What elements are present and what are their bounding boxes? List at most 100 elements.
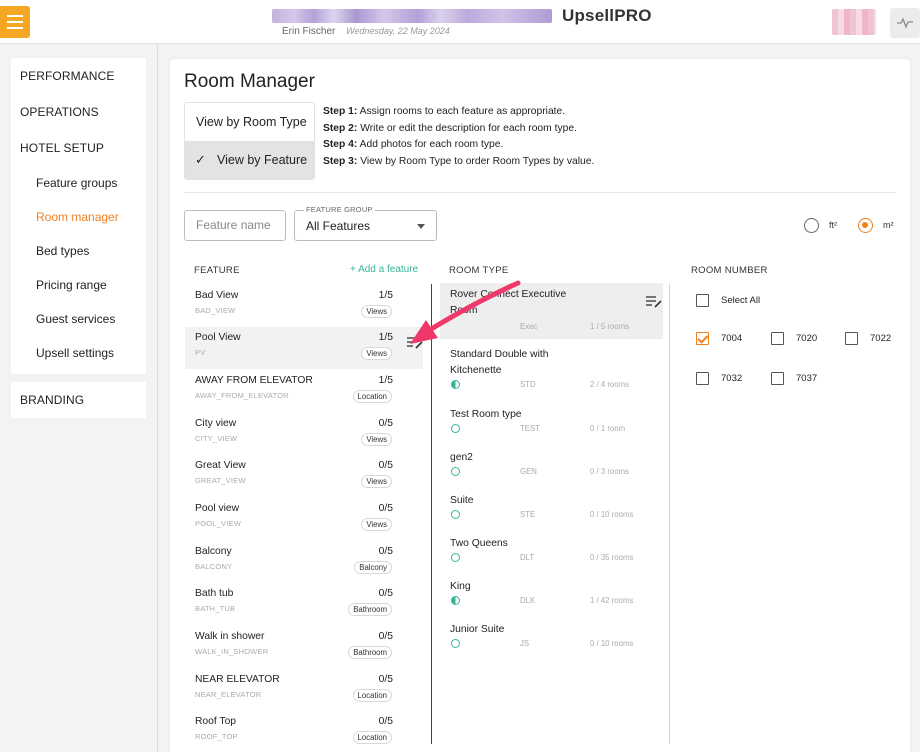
room-type-row[interactable]: gen2 GEN 0 / 3 rooms [440, 446, 663, 486]
room-checkbox[interactable] [771, 372, 784, 385]
room-checkbox[interactable] [771, 332, 784, 345]
feature-code: GREAT_VIEW [195, 476, 246, 485]
occupancy-pie-icon [451, 596, 460, 605]
room-type-row[interactable]: Suite STE 0 / 10 rooms [440, 489, 663, 529]
feature-group-tag: Location [352, 689, 392, 702]
room-type-room-count: 0 / 10 rooms [590, 510, 634, 519]
feature-group-tag: Location [352, 390, 392, 403]
sidebar-item-guest-services[interactable]: Guest services [11, 302, 146, 336]
view-by-feature-label: View by Feature [217, 153, 308, 167]
sidebar-item-feature-groups[interactable]: Feature groups [11, 166, 146, 200]
step-line: Step 4: Add photos for each room type. [323, 137, 594, 154]
step-label: Step 4: [323, 139, 358, 150]
app-name: UpsellPRO [562, 6, 652, 25]
feature-name: Balcony [195, 546, 232, 557]
feature-code: BATH_TUB [195, 604, 236, 613]
room-type-row[interactable]: Test Room type TEST 0 / 1 room [440, 403, 663, 443]
feature-name: NEAR ELEVATOR [195, 674, 280, 685]
step-line: Step 3: View by Room Type to order Room … [323, 154, 594, 171]
unit-ft-radio[interactable] [804, 218, 819, 233]
feature-room-count: 0/5 [378, 503, 393, 514]
select-all-label: Select All [721, 295, 761, 306]
feature-row[interactable]: Balcony BALCONY 0/5 Balcony [185, 541, 423, 583]
instructions: Step 1: Assign rooms to each feature as … [323, 104, 594, 170]
feature-row[interactable]: Pool view POOL_VIEW 0/5 Views [185, 498, 423, 540]
sidebar-item-branding[interactable]: BRANDING [11, 382, 146, 418]
room-number-label: 7004 [721, 333, 743, 344]
step-text: Assign rooms to each feature as appropri… [357, 106, 566, 117]
occupancy-pie-icon [451, 467, 460, 476]
view-by-feature-option[interactable]: ✓ View by Feature [185, 141, 314, 179]
view-toggle: View by Room Type ✓ View by Feature [184, 102, 315, 180]
feature-row[interactable]: Pool View PV 1/5 Views [185, 327, 423, 369]
room-type-room-count: 0 / 35 rooms [590, 553, 634, 562]
feature-row[interactable]: Roof Top ROOF_TOP 0/5 Location [185, 711, 423, 752]
feature-row[interactable]: AWAY FROM ELEVATOR AWAY_FROM_ELEVATOR 1/5 L… [185, 370, 423, 412]
sidebar-item-pricing-range[interactable]: Pricing range [11, 268, 146, 302]
room-number-label: 7022 [870, 333, 892, 344]
feature-code: ROOF_TOP [195, 732, 238, 741]
feature-group-value: All Features [306, 219, 371, 233]
feature-name: Pool View [195, 332, 241, 343]
select-all-checkbox[interactable] [696, 294, 709, 307]
sidebar-card-performance: PERFORMANCE [11, 58, 146, 94]
feature-column-header: FEATURE [194, 265, 240, 276]
feature-room-count: 1/5 [378, 332, 393, 343]
view-by-room-type-option[interactable]: View by Room Type [185, 103, 314, 141]
hamburger-menu-icon[interactable] [0, 6, 30, 38]
column-divider [431, 284, 432, 744]
feature-group-select[interactable]: FEATURE GROUP All Features [294, 205, 437, 241]
step-text: View by Room Type to order Room Types by… [357, 155, 595, 167]
occupancy-pie-icon [451, 639, 460, 648]
step-text: Write or edit the description for each r… [357, 122, 577, 134]
redacted-hotel-name [272, 9, 552, 23]
room-type-name: King [450, 581, 471, 592]
sidebar-item-hotel-setup[interactable]: HOTEL SETUP [11, 130, 146, 166]
room-type-room-count: 0 / 10 rooms [590, 639, 634, 648]
feature-room-count: 1/5 [378, 375, 393, 386]
feature-row[interactable]: Great View GREAT_VIEW 0/5 Views [185, 455, 423, 497]
page-title: Room Manager [184, 71, 315, 92]
caret-down-icon [417, 224, 425, 229]
unit-m-radio[interactable] [858, 218, 873, 233]
feature-row[interactable]: NEAR ELEVATOR NEAR_ELEVATOR 0/5 Location [185, 669, 423, 711]
feature-row[interactable]: Bath tub BATH_TUB 0/5 Bathroom [185, 583, 423, 625]
room-type-row[interactable]: Junior Suite JS 0 / 10 rooms [440, 618, 663, 658]
add-feature-link[interactable]: + Add a feature [350, 264, 418, 275]
sidebar-item-room-manager[interactable]: Room manager [11, 200, 146, 234]
redacted-avatar[interactable] [832, 9, 876, 35]
room-type-row[interactable]: Standard Double with Kitchenette STD 2 / 4… [440, 343, 663, 399]
sidebar-item-upsell-settings[interactable]: Upsell settings [11, 336, 146, 370]
feature-group-tag: Views [361, 433, 392, 446]
feature-room-count: 0/5 [378, 631, 393, 642]
room-checkbox[interactable] [845, 332, 858, 345]
room-type-row[interactable]: King DLK 1 / 42 rooms [440, 575, 663, 615]
room-checkbox[interactable] [696, 372, 709, 385]
sidebar-card-branding: BRANDING [11, 382, 146, 418]
feature-name-input[interactable]: Feature name [184, 210, 286, 241]
room-checkbox[interactable] [696, 332, 709, 345]
feature-row[interactable]: City view CITY_VIEW 0/5 Views [185, 413, 423, 455]
room-type-code: DLT [520, 553, 535, 562]
feature-room-count: 0/5 [378, 546, 393, 557]
room-type-row[interactable]: Two Queens DLT 0 / 35 rooms [440, 532, 663, 572]
feature-group-tag: Bathroom [348, 646, 392, 659]
room-type-name: gen2 [450, 452, 473, 463]
feature-code: WALK_IN_SHOWER [195, 647, 269, 656]
sidebar-card-operations: OPERATIONS [11, 94, 146, 130]
sidebar-item-bed-types[interactable]: Bed types [11, 234, 146, 268]
feature-group-tag: Views [361, 305, 392, 318]
feature-name: Roof Top [195, 716, 237, 727]
room-type-name: Standard Double with Kitchenette [450, 349, 549, 376]
feature-row[interactable]: Walk in shower WALK_IN_SHOWER 0/5 Bathroom [185, 626, 423, 668]
room-manager-panel: Room Manager View by Room Type ✓ View by … [170, 59, 910, 752]
feature-room-count: 1/5 [378, 290, 393, 301]
activity-icon[interactable] [890, 8, 920, 38]
user-name: Erin Fischer [282, 26, 336, 37]
sidebar-item-performance[interactable]: PERFORMANCE [11, 58, 146, 94]
sidebar-item-operations[interactable]: OPERATIONS [11, 94, 146, 130]
room-number-label: 7020 [796, 333, 818, 344]
edit-icon[interactable] [646, 295, 664, 309]
room-type-name: Test Room type [450, 409, 522, 420]
feature-row[interactable]: Bad View BAD_VIEW 1/5 Views [185, 285, 423, 327]
